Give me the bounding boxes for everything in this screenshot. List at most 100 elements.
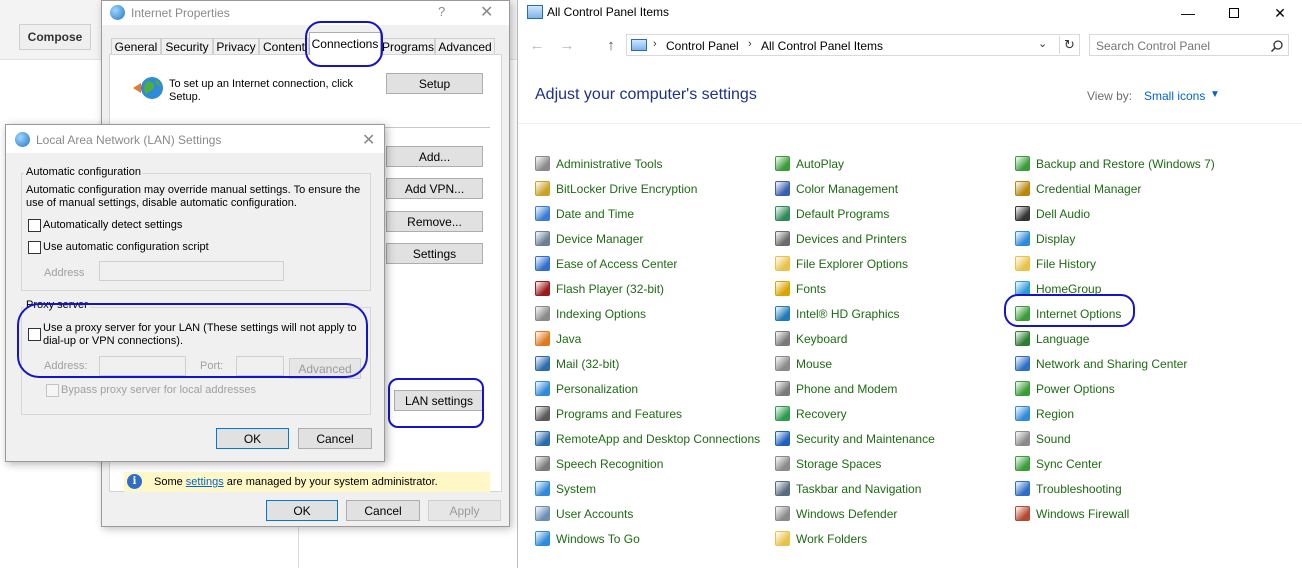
search-icon[interactable]	[1270, 39, 1284, 53]
bypass-local-checkbox[interactable]	[46, 384, 59, 397]
ok-button[interactable]: OK	[216, 428, 289, 449]
control-panel-item[interactable]: Windows Defender	[775, 501, 935, 526]
bypass-local-label[interactable]: Bypass proxy server for local addresses	[61, 384, 256, 397]
close-button[interactable]: ✕	[1257, 0, 1302, 26]
settings-link[interactable]: settings	[186, 476, 224, 488]
control-panel-item[interactable]: Dell Audio	[1015, 201, 1215, 226]
control-panel-item[interactable]: Programs and Features	[535, 401, 760, 426]
control-panel-item[interactable]: Devices and Printers	[775, 226, 935, 251]
control-panel-item[interactable]: Keyboard	[775, 326, 935, 351]
control-panel-item[interactable]: Sound	[1015, 426, 1215, 451]
tab-advanced[interactable]: Advanced	[435, 38, 495, 54]
control-panel-item[interactable]: HomeGroup	[1015, 276, 1215, 301]
compose-button[interactable]: Compose	[19, 24, 91, 50]
control-panel-item[interactable]: Credential Manager	[1015, 176, 1215, 201]
control-panel-item[interactable]: Work Folders	[775, 526, 935, 551]
control-panel-item[interactable]: Device Manager	[535, 226, 760, 251]
ok-button[interactable]: OK	[266, 500, 338, 521]
proxy-address-input[interactable]	[99, 356, 186, 376]
cancel-button[interactable]: Cancel	[298, 428, 372, 449]
control-panel-item[interactable]: BitLocker Drive Encryption	[535, 176, 760, 201]
port-input[interactable]	[236, 356, 284, 376]
breadcrumb-all-items[interactable]: All Control Panel Items	[761, 39, 883, 53]
control-panel-item[interactable]: Troubleshooting	[1015, 476, 1215, 501]
control-panel-item[interactable]: Windows To Go	[535, 526, 760, 551]
help-button[interactable]: ?	[438, 4, 445, 19]
search-input[interactable]	[1096, 38, 1266, 53]
settings-button[interactable]: Settings	[386, 243, 483, 264]
control-panel-item[interactable]: File History	[1015, 251, 1215, 276]
control-panel-item[interactable]: Mouse	[775, 351, 935, 376]
forward-arrow-icon[interactable]: →	[556, 34, 578, 56]
control-panel-item[interactable]: Java	[535, 326, 760, 351]
control-panel-item[interactable]: AutoPlay	[775, 151, 935, 176]
auto-detect-checkbox[interactable]	[28, 219, 41, 232]
control-panel-item[interactable]: Security and Maintenance	[775, 426, 935, 451]
tab-general[interactable]: General	[111, 38, 161, 54]
chevron-down-icon[interactable]: ⌄	[1038, 37, 1047, 50]
control-panel-item[interactable]: Network and Sharing Center	[1015, 351, 1215, 376]
control-panel-item[interactable]: Default Programs	[775, 201, 935, 226]
maximize-button[interactable]	[1211, 0, 1257, 26]
tab-privacy[interactable]: Privacy	[213, 38, 259, 54]
remove-button[interactable]: Remove...	[386, 211, 483, 232]
tab-content[interactable]: Content	[259, 38, 309, 54]
tab-programs[interactable]: Programs	[381, 38, 435, 54]
control-panel-item[interactable]: Color Management	[775, 176, 935, 201]
add-vpn-button[interactable]: Add VPN...	[386, 178, 483, 199]
control-panel-item[interactable]: Flash Player (32-bit)	[535, 276, 760, 301]
add-button[interactable]: Add...	[386, 146, 483, 167]
control-panel-item[interactable]: Backup and Restore (Windows 7)	[1015, 151, 1215, 176]
cancel-button[interactable]: Cancel	[346, 500, 420, 521]
control-panel-item[interactable]: RemoteApp and Desktop Connections	[535, 426, 760, 451]
control-panel-item[interactable]: Intel® HD Graphics	[775, 301, 935, 326]
auto-detect-label[interactable]: Automatically detect settings	[43, 219, 182, 232]
use-proxy-checkbox[interactable]	[28, 328, 41, 341]
control-panel-item[interactable]: File Explorer Options	[775, 251, 935, 276]
control-panel-item[interactable]: Windows Firewall	[1015, 501, 1215, 526]
up-arrow-icon[interactable]: ↑	[600, 34, 622, 56]
user-accounts-icon	[535, 506, 550, 521]
control-panel-item[interactable]: Mail (32-bit)	[535, 351, 760, 376]
control-panel-item[interactable]: Recovery	[775, 401, 935, 426]
control-panel-item[interactable]: Phone and Modem	[775, 376, 935, 401]
use-proxy-label[interactable]: Use a proxy server for your LAN (These s…	[43, 322, 363, 348]
caret-down-icon[interactable]: ▼	[1210, 89, 1220, 100]
control-panel-item[interactable]: Speech Recognition	[535, 451, 760, 476]
tab-connections[interactable]: Connections	[309, 32, 381, 55]
minimize-button[interactable]: —	[1165, 0, 1211, 26]
view-by-dropdown[interactable]: Small icons	[1144, 89, 1205, 103]
control-panel-item[interactable]: Display	[1015, 226, 1215, 251]
search-box[interactable]	[1089, 34, 1289, 56]
control-panel-item[interactable]: System	[535, 476, 760, 501]
taskbar-icon	[775, 481, 790, 496]
control-panel-item[interactable]: Power Options	[1015, 376, 1215, 401]
control-panel-item[interactable]: Sync Center	[1015, 451, 1215, 476]
tab-security[interactable]: Security	[161, 38, 213, 54]
auto-script-checkbox[interactable]	[28, 241, 41, 254]
control-panel-item[interactable]: Ease of Access Center	[535, 251, 760, 276]
setup-button[interactable]: Setup	[386, 73, 483, 94]
control-panel-item[interactable]: Administrative Tools	[535, 151, 760, 176]
address-bar[interactable]: › Control Panel › All Control Panel Item…	[626, 34, 1080, 56]
control-panel-item[interactable]: Date and Time	[535, 201, 760, 226]
control-panel-item[interactable]: Personalization	[535, 376, 760, 401]
script-address-input[interactable]	[99, 261, 284, 281]
control-panel-item[interactable]: Storage Spaces	[775, 451, 935, 476]
control-panel-item[interactable]: Language	[1015, 326, 1215, 351]
close-button[interactable]: ✕	[480, 2, 493, 22]
apply-button[interactable]: Apply	[428, 500, 501, 521]
auto-script-label[interactable]: Use automatic configuration script	[43, 241, 209, 254]
control-panel-item[interactable]: Indexing Options	[535, 301, 760, 326]
control-panel-item[interactable]: Fonts	[775, 276, 935, 301]
close-button[interactable]: ✕	[362, 130, 375, 150]
breadcrumb-control-panel[interactable]: Control Panel	[666, 39, 739, 53]
lan-settings-button[interactable]: LAN settings	[394, 390, 484, 411]
control-panel-item[interactable]: Internet Options	[1015, 301, 1215, 326]
control-panel-item[interactable]: User Accounts	[535, 501, 760, 526]
refresh-icon[interactable]: ↻	[1059, 36, 1079, 54]
back-arrow-icon[interactable]: ←	[526, 34, 548, 56]
control-panel-item[interactable]: Region	[1015, 401, 1215, 426]
advanced-button[interactable]: Advanced	[289, 358, 361, 379]
control-panel-item[interactable]: Taskbar and Navigation	[775, 476, 935, 501]
